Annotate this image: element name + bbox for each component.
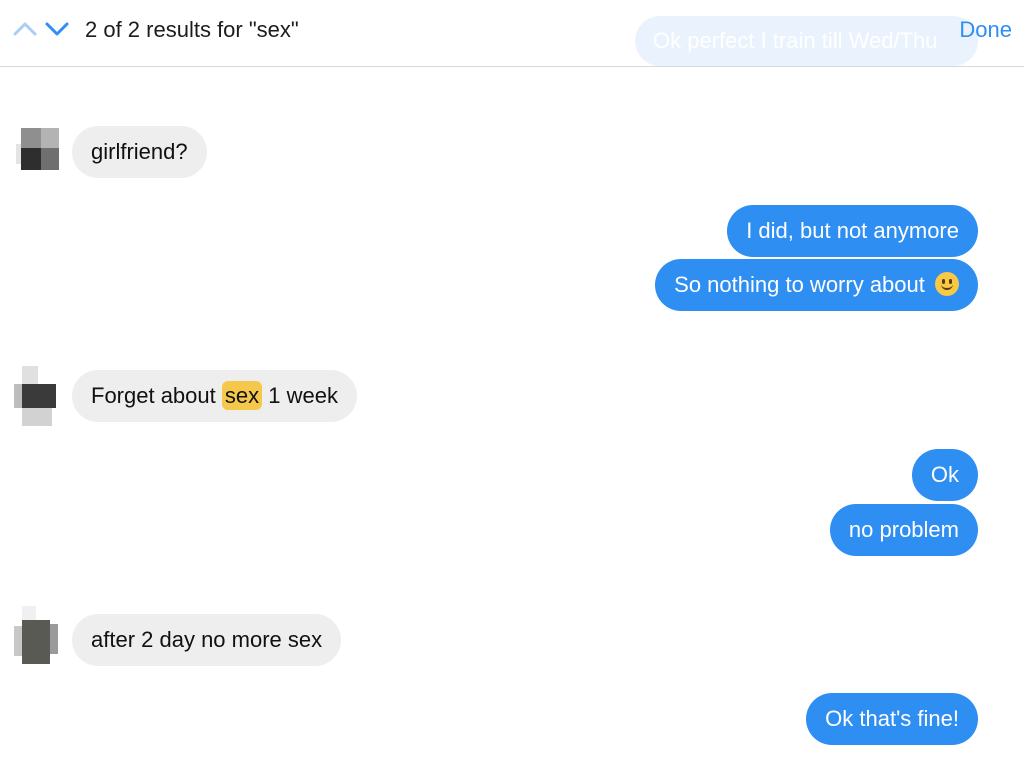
chevron-up-icon[interactable]: [12, 18, 38, 40]
partially-hidden-message: Ok perfect I train till Wed/Thu: [635, 16, 978, 66]
message-bubble-outgoing: Ok: [911, 449, 978, 501]
done-button[interactable]: Done: [959, 17, 1012, 43]
message-bubble-outgoing: no problem: [829, 504, 978, 556]
message-bubble-outgoing: Ok that's fine!: [806, 693, 978, 745]
message-bubble-incoming: after 2 day no more sex: [72, 614, 342, 666]
search-results-count: 2 of 2 results for "sex": [85, 17, 299, 42]
search-match-highlight: sex: [221, 381, 263, 410]
message-bubble-incoming: Forget about sex 1 week: [72, 370, 357, 422]
avatar[interactable]: [14, 606, 58, 666]
avatar[interactable]: [14, 366, 58, 426]
message-text: Forget about: [91, 383, 216, 408]
search-results-bar: Ok perfect I train till Wed/Thu 2 of 2 r…: [0, 0, 1024, 67]
message-bubble-incoming: girlfriend?: [72, 126, 207, 178]
chevron-down-icon[interactable]: [44, 18, 70, 40]
message-bubble-outgoing: I did, but not anymore: [727, 205, 978, 257]
message-text: 1 week: [268, 383, 338, 408]
message-bubble-outgoing: So nothing to worry about: [655, 259, 978, 311]
slightly-smiling-face-icon: [935, 272, 959, 296]
avatar[interactable]: [16, 124, 60, 184]
message-text: So nothing to worry about: [674, 272, 925, 297]
